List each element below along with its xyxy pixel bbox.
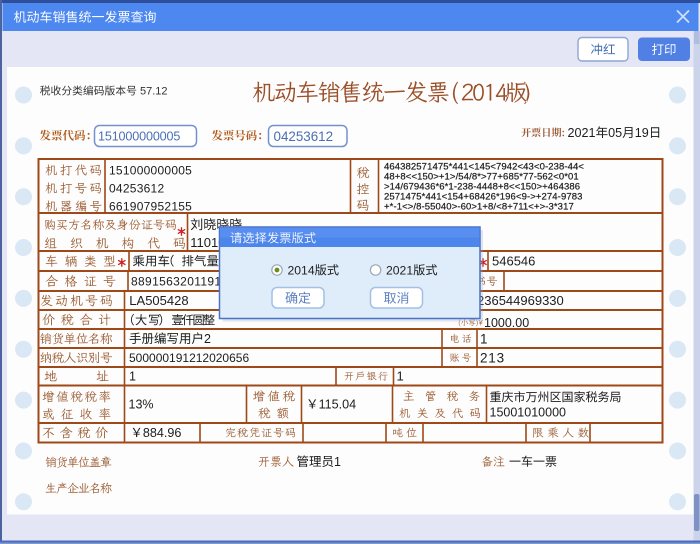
svg-text:15001010000: 15001010000 xyxy=(490,406,567,420)
svg-text:2: 2 xyxy=(204,332,211,346)
svg-text:19: 19 xyxy=(635,126,649,140)
svg-text:2021: 2021 xyxy=(568,126,596,140)
svg-text:04253612: 04253612 xyxy=(109,181,164,195)
svg-text:884.96: 884.96 xyxy=(143,426,182,440)
svg-text:1000.00: 1000.00 xyxy=(484,316,529,330)
svg-text:236544969330: 236544969330 xyxy=(477,293,564,308)
svg-text:04253612: 04253612 xyxy=(274,129,334,144)
svg-text:151000000005: 151000000005 xyxy=(109,163,192,177)
svg-text:213: 213 xyxy=(480,350,505,365)
svg-text:1: 1 xyxy=(334,455,341,469)
svg-text:88915632011918: 88915632011918 xyxy=(131,274,228,288)
svg-text:+*-1<>/8-55040>-60>1+8/<8+711<: +*-1<>/8-55040>-60>1+8/<8+711<+>-3*317 xyxy=(384,201,574,212)
svg-text:05: 05 xyxy=(608,126,622,140)
svg-text:13%: 13% xyxy=(129,398,154,412)
svg-text:500000191212020656: 500000191212020656 xyxy=(129,351,249,365)
svg-text:115.04: 115.04 xyxy=(319,398,357,412)
svg-text:1: 1 xyxy=(397,369,404,384)
svg-text:LA505428: LA505428 xyxy=(129,293,188,308)
svg-text:661907952155: 661907952155 xyxy=(109,199,192,213)
svg-text:151000000005: 151000000005 xyxy=(98,130,180,144)
svg-text:2014: 2014 xyxy=(288,263,315,277)
svg-text:1: 1 xyxy=(129,370,136,384)
svg-text:1: 1 xyxy=(480,331,488,346)
svg-text:546546: 546546 xyxy=(492,254,535,269)
svg-text:2021: 2021 xyxy=(386,263,413,277)
svg-text:57.12: 57.12 xyxy=(140,86,168,98)
